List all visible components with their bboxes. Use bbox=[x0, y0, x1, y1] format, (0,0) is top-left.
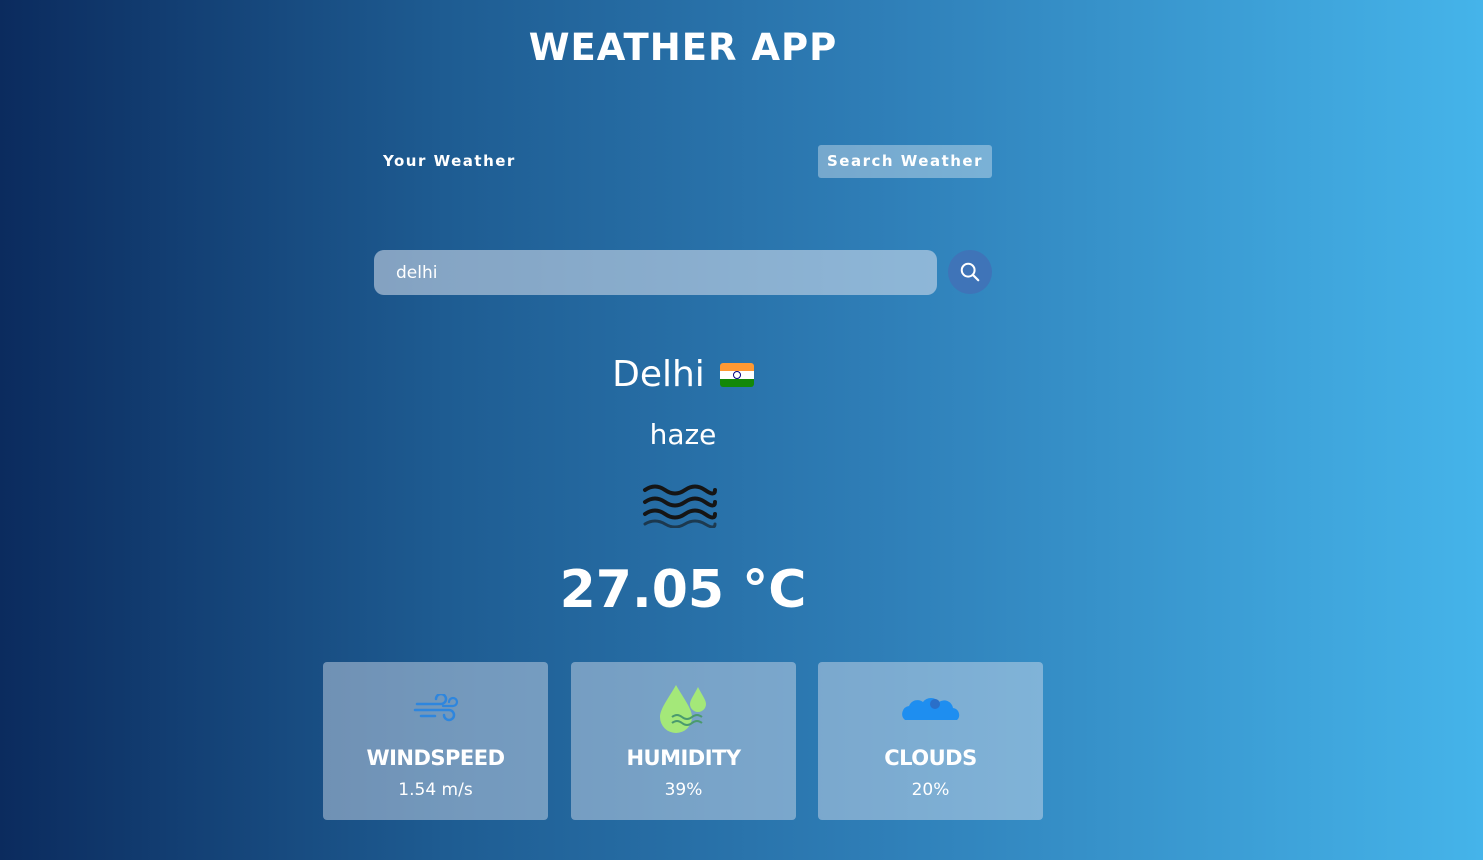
card-label: CLOUDS bbox=[884, 746, 977, 770]
search-button[interactable] bbox=[948, 250, 992, 294]
wind-icon bbox=[413, 694, 458, 722]
search-form bbox=[374, 250, 992, 295]
humidity-card: HUMIDITY 39% bbox=[571, 662, 796, 820]
tab-bar: Your Weather Search Weather bbox=[374, 145, 992, 178]
app-title: WEATHER APP bbox=[528, 26, 838, 69]
india-flag-icon bbox=[719, 362, 754, 387]
weather-description: haze bbox=[649, 418, 717, 451]
humidity-icon bbox=[659, 685, 706, 733]
card-value: 20% bbox=[911, 780, 950, 800]
temperature: 27.05 °C bbox=[559, 560, 807, 620]
search-input[interactable] bbox=[374, 250, 937, 295]
card-label: WINDSPEED bbox=[366, 746, 505, 770]
tab-your-weather[interactable]: Your Weather bbox=[374, 145, 525, 178]
tab-search-weather[interactable]: Search Weather bbox=[817, 145, 992, 178]
cloud-icon bbox=[901, 698, 959, 720]
card-value: 39% bbox=[664, 780, 703, 800]
windspeed-card: WINDSPEED 1.54 m/s bbox=[323, 662, 548, 820]
card-label: HUMIDITY bbox=[626, 746, 741, 770]
city-name: Delhi bbox=[612, 354, 705, 395]
city-row: Delhi bbox=[0, 354, 1366, 402]
card-value: 1.54 m/s bbox=[398, 780, 473, 800]
search-icon bbox=[960, 262, 980, 282]
clouds-card: CLOUDS 20% bbox=[818, 662, 1043, 820]
haze-icon bbox=[643, 484, 717, 528]
